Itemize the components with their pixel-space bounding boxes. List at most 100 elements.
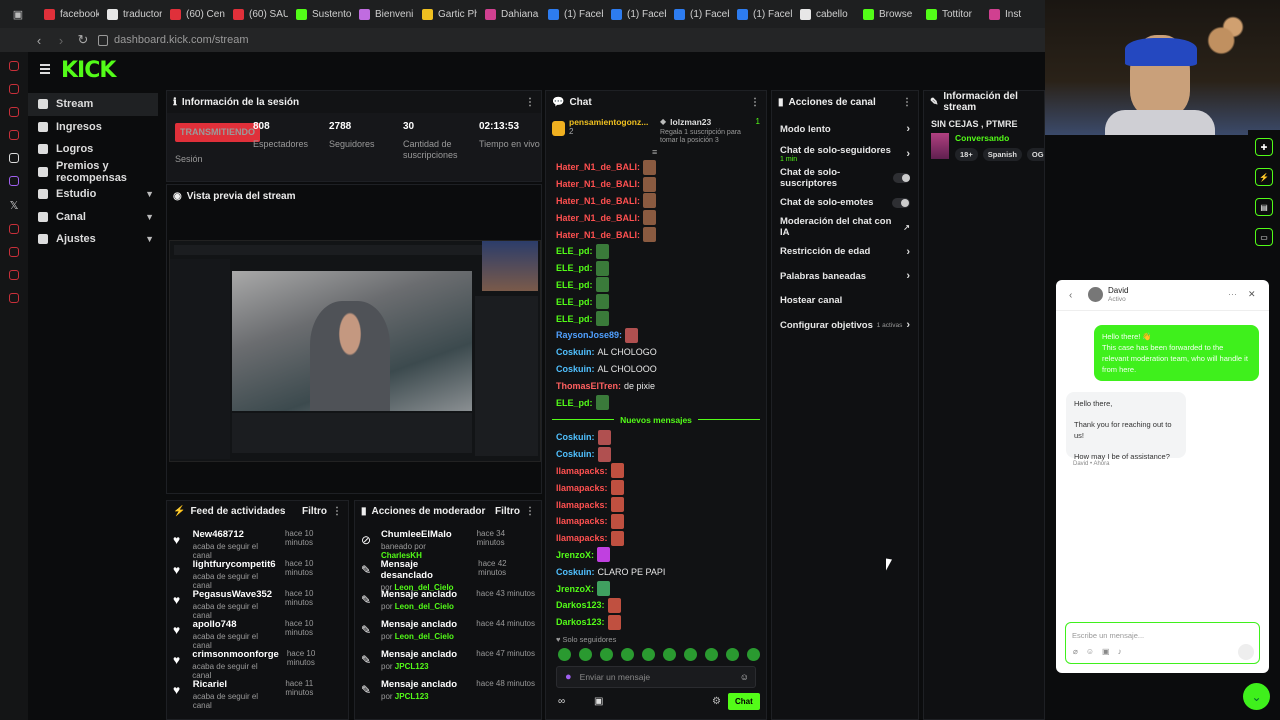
chat-message[interactable]: Coskuin: AL CHOLOGO — [546, 344, 766, 361]
browser-tab[interactable]: Dahiana — [477, 0, 540, 28]
chat-message[interactable]: Coskuin: — [546, 429, 766, 446]
chat-username[interactable]: ELE_pd: — [556, 398, 593, 408]
channel-action-item[interactable]: Moderación del chat con IA ↗ — [772, 215, 918, 240]
extension-icon[interactable]: ✚ — [1255, 138, 1273, 156]
moderator-name[interactable]: JPCL123 — [395, 692, 429, 701]
follower-name[interactable]: New468712 — [193, 529, 277, 540]
more-icon[interactable]: ⋮ — [525, 97, 535, 108]
chat-message[interactable]: Hater_N1_de_BALI: — [546, 193, 766, 210]
chat-username[interactable]: llamapacks: — [556, 533, 608, 543]
chevron-right-icon[interactable]: › — [906, 319, 910, 331]
list-item[interactable]: ♥ lightfurycompetit6 acaba de seguir el ca… — [167, 555, 348, 590]
tab-overview-icon[interactable]: ▣ — [0, 0, 36, 28]
browser-tab[interactable]: Tottitor — [918, 0, 981, 28]
sidebar-item-estudio[interactable]: Estudio ▼ — [28, 183, 162, 206]
chat-message[interactable]: ThomasElTren: de pixie — [546, 377, 766, 394]
extension-icon[interactable] — [9, 84, 19, 94]
chat-message[interactable]: Hater_N1_de_BALI: — [546, 209, 766, 226]
extension-icon[interactable] — [9, 61, 19, 71]
browser-tab[interactable]: (1) Faceb — [540, 0, 603, 28]
chat-username[interactable]: Darkos123: — [556, 617, 605, 627]
infinity-icon[interactable]: ∞ — [558, 696, 565, 707]
chat-username[interactable]: ELE_pd: — [556, 297, 593, 307]
moderator-name[interactable]: Leon_del_Cielo — [395, 632, 454, 641]
emote-icon[interactable] — [705, 648, 718, 661]
emoji-icon[interactable]: ☺ — [740, 672, 749, 682]
chat-username[interactable]: Hater_N1_de_BALI: — [556, 213, 640, 223]
list-item[interactable]: ✎ Mensaje anclado por Leon_del_Cielo hace 4… — [355, 585, 541, 615]
x-icon[interactable]: 𝕏 — [0, 199, 28, 212]
close-icon[interactable]: ✕ — [1248, 289, 1256, 300]
chat-username[interactable]: Coskuin: — [556, 567, 595, 577]
chat-username[interactable]: Hater_N1_de_BALI: — [556, 162, 640, 172]
chat-message[interactable]: ELE_pd: — [546, 310, 766, 327]
attach-icon[interactable]: ⌀ — [1073, 647, 1078, 656]
chat-message[interactable]: JrenzoX: — [546, 580, 766, 597]
browser-tab[interactable]: (60) Cen — [162, 0, 225, 28]
note-icon[interactable]: ▤ — [1255, 198, 1273, 216]
leader-name[interactable]: pensamientogonz... — [569, 117, 648, 127]
mic-icon[interactable]: ● — [565, 671, 572, 683]
sidebar-item-premios[interactable]: Premios y recompensas — [28, 160, 162, 184]
filter-button[interactable]: Filtro — [495, 506, 520, 517]
channel-action-item[interactable]: Restricción de edad › — [772, 240, 918, 265]
browser-tab[interactable]: Bienveni — [351, 0, 414, 28]
mod-action-name[interactable]: ChumleeElMalo — [381, 529, 469, 540]
bolt-icon[interactable]: ⚡ — [1255, 168, 1273, 186]
chat-username[interactable]: llamapacks: — [556, 516, 608, 526]
chat-message[interactable]: ELE_pd: — [546, 243, 766, 260]
browser-tab[interactable]: (60) SAU — [225, 0, 288, 28]
sidebar-item-logros[interactable]: Logros — [28, 138, 162, 161]
chat-message[interactable]: Darkos123: — [546, 614, 766, 631]
category-name[interactable]: Conversando — [955, 133, 1044, 143]
emote-icon[interactable] — [621, 648, 634, 661]
browser-tab[interactable]: (1) Facel — [729, 0, 792, 28]
mod-action-name[interactable]: Mensaje anclado — [381, 649, 457, 660]
chat-message[interactable]: llamapacks: — [546, 463, 766, 480]
site-info-icon[interactable] — [98, 34, 108, 46]
chat-message[interactable]: llamapacks: — [546, 496, 766, 513]
list-item[interactable]: ♥ Ricariel acaba de seguir el canal hace 11… — [167, 675, 348, 710]
chevron-right-icon[interactable]: › — [906, 246, 910, 258]
emote-icon[interactable] — [684, 648, 697, 661]
mod-action-name[interactable]: Mensaje anclado — [381, 589, 457, 600]
mod-action-name[interactable]: Mensaje anclado — [381, 619, 457, 630]
stream-title[interactable]: SIN CEJAS , PTMRE — [924, 113, 1044, 129]
more-icon[interactable]: ⋮ — [902, 97, 912, 108]
channel-action-item[interactable]: Chat de solo-seguidores 1 min › — [772, 142, 918, 167]
chat-username[interactable]: ELE_pd: — [556, 314, 593, 324]
mic-icon[interactable]: ♪ — [1118, 647, 1122, 656]
channel-action-item[interactable]: Configurar objetivos 1 activas › — [772, 313, 918, 338]
more-icon[interactable]: ··· — [1228, 289, 1237, 299]
extension-icon[interactable] — [9, 293, 19, 303]
follower-name[interactable]: Ricariel — [193, 679, 278, 690]
chat-username[interactable]: llamapacks: — [556, 500, 608, 510]
chevron-right-icon[interactable]: › — [906, 148, 910, 160]
back-icon[interactable]: ‹ — [28, 33, 50, 48]
chat-message[interactable]: llamapacks: — [546, 513, 766, 530]
channel-action-item[interactable]: Palabras baneadas › — [772, 264, 918, 289]
browser-tab[interactable]: (1) Faceb — [666, 0, 729, 28]
chat-message[interactable]: Darkos123: — [546, 597, 766, 614]
browser-tab[interactable]: facebook — [36, 0, 99, 28]
stream-tag[interactable]: Spanish — [982, 148, 1022, 161]
chat-icon[interactable]: ▭ — [1255, 228, 1273, 246]
more-icon[interactable]: ⋮ — [525, 506, 535, 517]
emote-icon[interactable] — [642, 648, 655, 661]
browser-tab[interactable]: Gartic Ph — [414, 0, 477, 28]
gif-icon[interactable]: ▣ — [1102, 647, 1110, 656]
chat-username[interactable]: ThomasElTren: — [556, 381, 621, 391]
mod-action-name[interactable]: Mensaje desanclado — [381, 559, 471, 581]
emote-icon[interactable] — [600, 648, 613, 661]
list-item[interactable]: ✎ Mensaje anclado por JPCL123 hace 48 minut… — [355, 675, 541, 705]
extension-icon[interactable] — [9, 107, 19, 117]
more-icon[interactable]: ⋮ — [332, 506, 342, 517]
chat-message[interactable]: Hater_N1_de_BALI: — [546, 226, 766, 243]
follower-name[interactable]: PegasusWave352 — [193, 589, 277, 600]
chat-message[interactable]: Hater_N1_de_BALI: — [546, 176, 766, 193]
extension-icon[interactable] — [9, 270, 19, 280]
emote-icon[interactable] — [726, 648, 739, 661]
emote-icon[interactable] — [579, 648, 592, 661]
stream-preview-video[interactable] — [169, 240, 541, 462]
chat-send-button[interactable]: Chat — [728, 693, 760, 710]
